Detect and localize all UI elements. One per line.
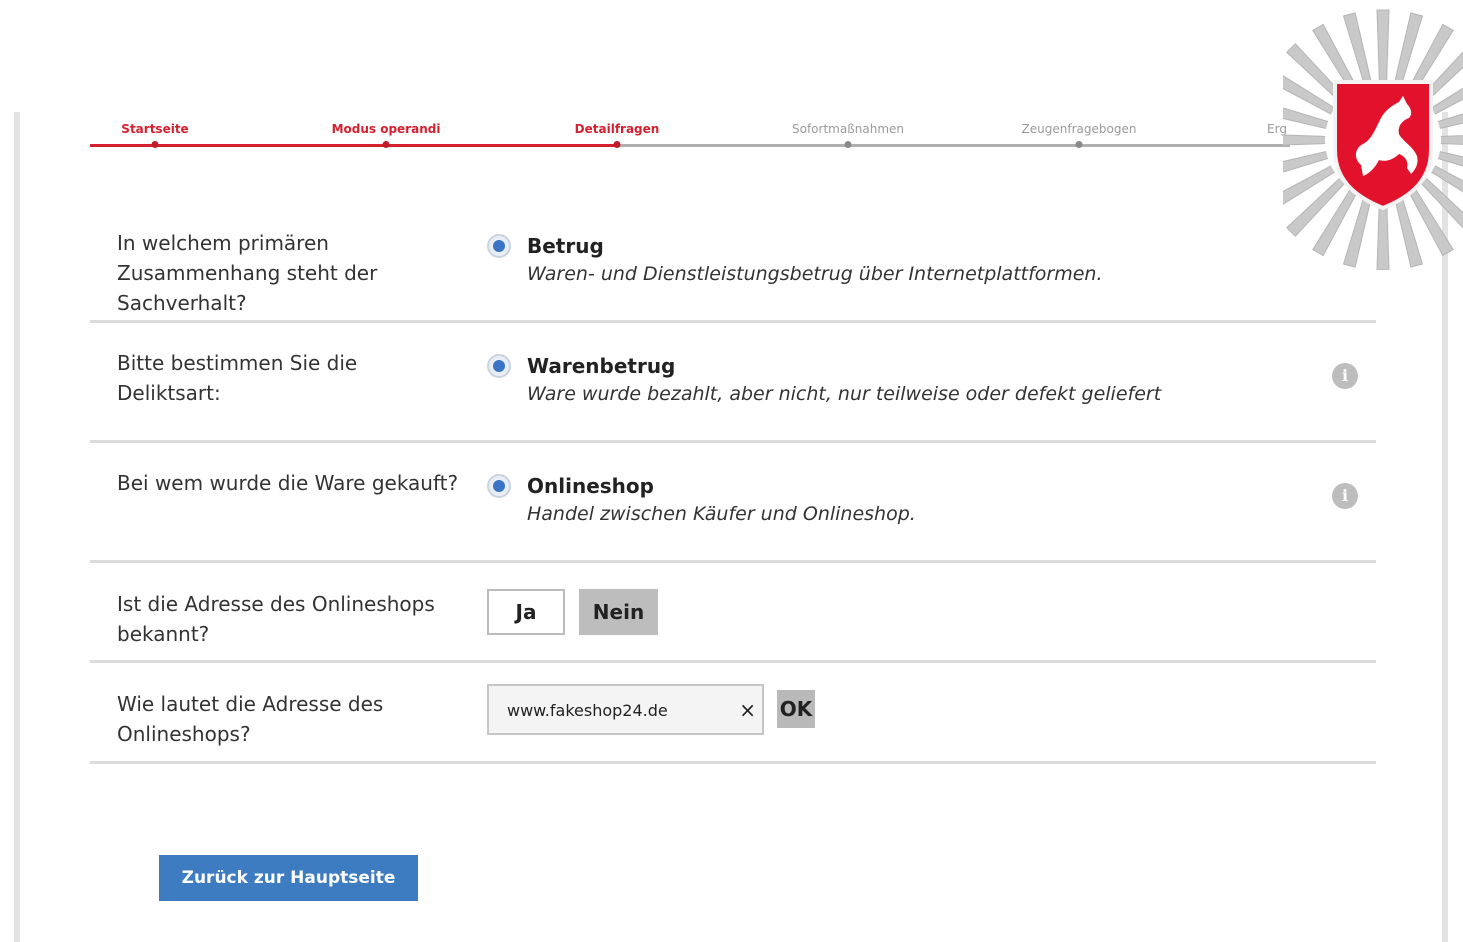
radio-selected-icon[interactable] [487, 474, 511, 498]
answer-title: Onlineshop [527, 474, 654, 498]
question-label: Bei wem wurde die Ware gekauft? [117, 471, 459, 495]
info-icon[interactable]: i [1332, 363, 1358, 389]
question-row-deliktsart: Bitte bestimmen Sie die Deliktsart: Ware… [90, 348, 1376, 443]
question-label: Wie lautet die Adresse des Onlineshops? [117, 692, 384, 746]
progress-stepper: Startseite Modus operandi Detailfragen S… [0, 112, 1463, 162]
question-row-address-known: Ist die Adresse des Onlineshops bekannt?… [90, 589, 1376, 663]
ok-button[interactable]: OK [777, 690, 815, 728]
step-startseite[interactable]: Startseite [121, 122, 188, 136]
answer-title: Betrug [527, 234, 604, 258]
question-label: In welchem primären Zusammenhang steht d… [117, 231, 378, 315]
step-dot [382, 141, 390, 148]
answer-description: Handel zwischen Käufer und Onlineshop. [527, 503, 916, 525]
step-modus-operandi[interactable]: Modus operandi [332, 122, 441, 136]
yes-button[interactable]: Ja [487, 589, 565, 635]
answer-title: Warenbetrug [527, 354, 676, 378]
no-button[interactable]: Nein [579, 589, 658, 635]
step-dot [844, 141, 852, 148]
radio-selected-icon[interactable] [487, 354, 511, 378]
step-sofortmassnahmen: Sofortmaßnahmen [791, 122, 905, 136]
info-icon[interactable]: i [1332, 483, 1358, 509]
question-label: Ist die Adresse des Onlineshops bekannt? [117, 592, 435, 646]
progress-line-done [90, 144, 617, 147]
question-row-context: In welchem primären Zusammenhang steht d… [90, 228, 1376, 323]
shop-address-input[interactable]: www.fakeshop24.de × [487, 684, 764, 735]
step-detailfragen[interactable]: Detailfragen [575, 122, 660, 136]
step-dot [1075, 141, 1083, 148]
answer-description: Waren- und Dienstleistungsbetrug über In… [527, 263, 1103, 285]
question-label: Bitte bestimmen Sie die Deliktsart: [117, 351, 358, 405]
question-row-shop-address: Wie lautet die Adresse des Onlineshops? … [90, 684, 1376, 764]
step-dot [613, 141, 621, 148]
step-dot [151, 141, 159, 148]
back-to-home-button[interactable]: Zurück zur Hauptseite [159, 855, 418, 901]
clear-input-icon[interactable]: × [739, 698, 756, 722]
step-zeugenfragebogen: Zeugenfragebogen [1021, 122, 1137, 136]
question-row-purchase-source: Bei wem wurde die Ware gekauft? Onlinesh… [90, 468, 1376, 563]
radio-selected-icon[interactable] [487, 234, 511, 258]
progress-line-todo [617, 144, 1290, 147]
input-value: www.fakeshop24.de [507, 701, 668, 720]
answer-description: Ware wurde bezahlt, aber nicht, nur teil… [527, 383, 1162, 405]
